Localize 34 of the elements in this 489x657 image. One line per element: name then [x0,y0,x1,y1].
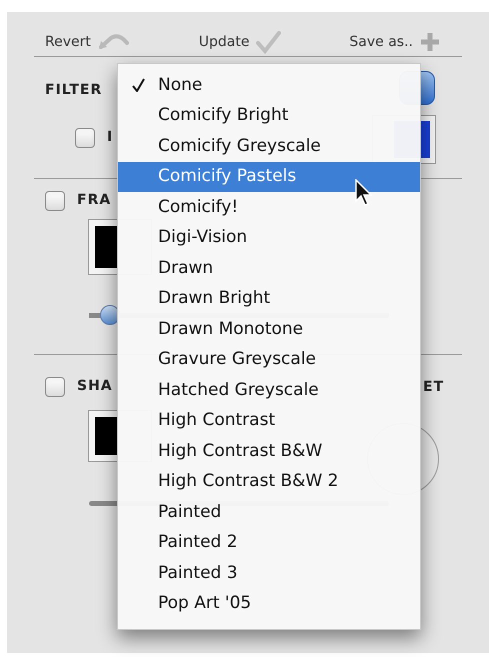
menu-item[interactable]: High Contrast B&W 2 [118,466,420,497]
menu-item[interactable]: Drawn Monotone [118,314,420,344]
menu-item[interactable]: High Contrast [118,406,420,436]
menu-item[interactable]: Digi-Vision [118,222,420,253]
menu-item[interactable]: Painted 3 [118,558,420,588]
menu-item[interactable]: Painted [118,497,420,528]
toolbar-button[interactable]: Revert [45,32,131,52]
toolbar-button[interactable]: Save as.. [349,31,441,53]
menu-item[interactable]: High Contrast B&W [118,436,420,466]
menu-item[interactable]: Gravure Greyscale [118,344,420,375]
menu-item[interactable]: Comicify! [118,192,420,222]
toolbar-button[interactable]: Update [198,30,282,54]
menu-item[interactable]: Drawn [118,253,420,284]
checkmark-icon [132,78,145,92]
menu-item[interactable]: Comicify Bright [118,100,420,131]
menu-item[interactable]: Comicify Pastels [118,162,420,192]
checkmark-icon [255,30,282,54]
mouse-pointer-icon [355,179,373,207]
menu-item[interactable]: Drawn Bright [118,284,420,314]
shadow-label: SHA [77,377,113,396]
menu-item[interactable]: Hatched Greyscale [118,375,420,406]
invert-label: I [107,128,114,147]
checkbox[interactable] [75,128,95,148]
menu-item[interactable]: Comicify Greyscale [118,131,420,162]
plus-icon [419,31,441,53]
frame-label: FRA [77,191,112,210]
offset-label: ET [423,378,444,397]
curved-arrow-icon [96,33,131,51]
menu-item[interactable]: None [118,70,420,100]
checkbox[interactable] [45,190,65,210]
filter-label: FILTER [45,81,102,100]
checkbox[interactable] [45,376,65,396]
menu-item[interactable]: Pop Art '05 [118,588,420,619]
menu-item[interactable]: Painted 2 [118,528,420,558]
